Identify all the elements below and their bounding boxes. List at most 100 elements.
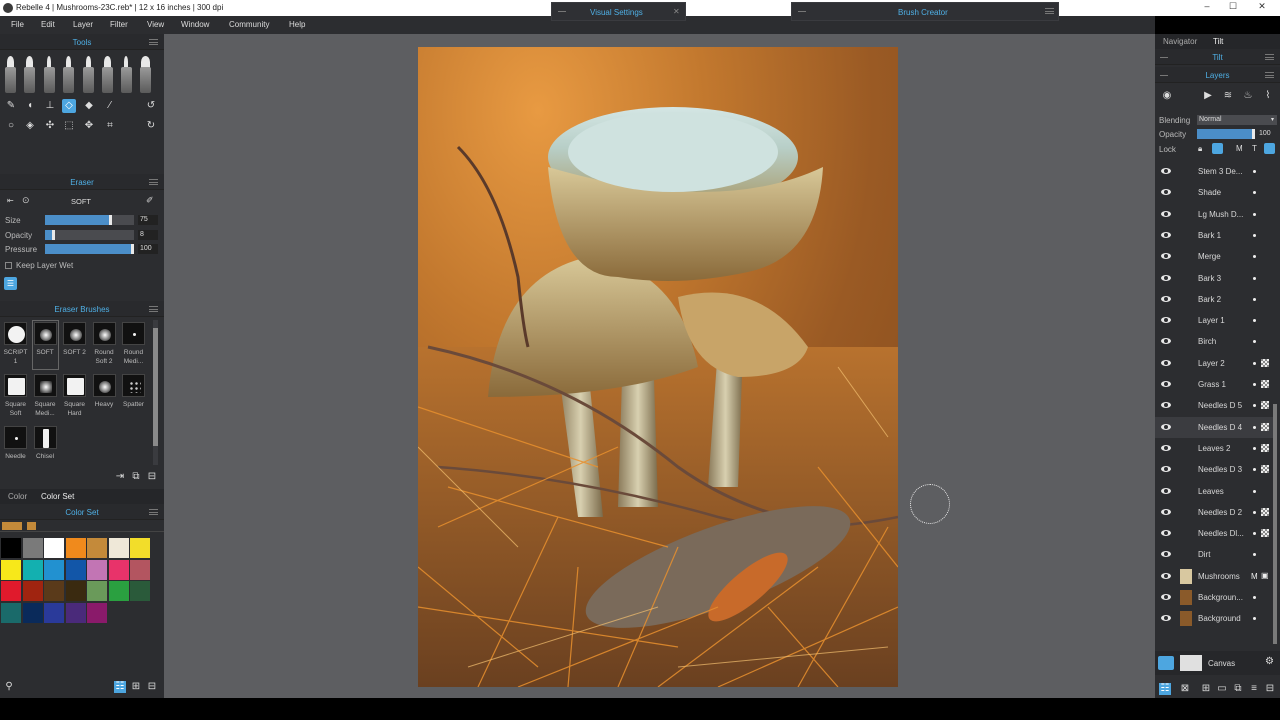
smudge-icon[interactable]: ✣ [43,119,57,133]
eye-icon[interactable] [1161,295,1171,302]
water-drop-icon[interactable]: ○ [4,119,18,133]
color-swatch[interactable] [1,559,21,580]
opacity-slider[interactable] [45,230,134,240]
undo-icon[interactable]: ↺ [144,99,158,113]
eye-icon[interactable] [1161,572,1171,579]
drag-handle-icon[interactable] [798,11,806,12]
layers-scrollbar[interactable] [1273,404,1277,644]
brush-tool-5[interactable] [82,56,95,96]
layer-row[interactable]: Leaves [1155,481,1275,502]
eye-icon[interactable] [1161,444,1171,451]
delete-brush-icon[interactable]: ⊟ [146,471,158,483]
eye-icon[interactable] [1161,210,1171,217]
color-swatch[interactable] [87,538,107,558]
eye-icon[interactable] [1161,168,1171,174]
brush-tool-1[interactable] [4,56,17,96]
panel-menu-icon[interactable] [149,509,158,515]
eraser-brush-item[interactable]: Heavy [92,373,117,421]
layer-row[interactable]: Dirt [1155,544,1275,565]
menu-window[interactable]: Window [181,20,209,29]
pencil-icon[interactable]: ✎ [4,99,18,113]
delete-layer-icon[interactable]: ⊟ [1264,683,1276,695]
eye-icon[interactable] [1161,530,1171,537]
eraser-brush-item[interactable]: Round Medi... [121,321,146,369]
pressure-value[interactable]: 100 [138,244,158,254]
layer-row[interactable]: Shade [1155,182,1275,203]
eye-icon[interactable] [1161,189,1171,196]
secondary-color-swatch[interactable] [27,522,36,530]
brush-settings-icon[interactable]: ⇤ [7,196,14,205]
import-brush-icon[interactable]: ⇥ [114,471,126,483]
panel-menu-icon[interactable] [1265,72,1274,78]
maximize-button[interactable]: ☐ [1221,1,1245,15]
layer-row[interactable]: Bark 1 [1155,225,1275,246]
lock-icon[interactable]: ▣ [1261,571,1269,580]
color-swatch[interactable] [65,559,86,580]
color-swatch[interactable] [44,602,64,623]
layer-row[interactable]: Merge [1155,246,1275,267]
color-swatch[interactable] [87,581,107,601]
eraser-brush-item[interactable]: Chisel [33,425,58,473]
tab-color[interactable]: Color [8,492,27,501]
fill-icon[interactable]: ◆ [82,99,96,113]
dry-layer-icon[interactable]: ♨ [1242,90,1254,102]
selection-icon[interactable]: ⬚ [62,119,76,133]
pressure-slider[interactable] [45,244,134,254]
layer-row[interactable]: Stem 3 De... [1155,161,1275,182]
clear-layer-icon[interactable]: ⊠ [1179,683,1191,695]
layer-row[interactable]: Needles D 5 [1155,395,1275,416]
eraser-brush-item[interactable]: Square Hard [62,373,87,421]
eye-icon[interactable] [1161,594,1171,600]
color-swatch[interactable] [22,538,43,558]
color-swatch[interactable] [130,581,150,601]
color-swatch[interactable] [1,602,21,623]
drip-icon[interactable]: ⌇ [1262,90,1274,102]
menu-community[interactable]: Community [229,20,269,29]
layer-row[interactable]: Lg Mush D... [1155,204,1275,225]
play-icon[interactable]: ▶ [1202,90,1214,102]
blend-icon[interactable]: ◖ [23,99,37,113]
menu-edit[interactable]: Edit [41,20,55,29]
eraser-brush-item[interactable]: SCRIPT 1 [3,321,28,369]
eye-icon[interactable] [1161,466,1171,473]
layer-row[interactable]: Layer 2 [1155,353,1275,374]
menu-help[interactable]: Help [289,20,305,29]
panel-menu-icon[interactable] [149,39,158,45]
keep-wet-checkbox[interactable] [5,262,12,269]
brush-tool-7[interactable] [120,56,133,96]
eye-icon[interactable] [1161,359,1171,366]
menu-icon[interactable] [1045,8,1054,14]
panel-menu-icon[interactable] [149,179,158,185]
eyedropper-icon[interactable]: ⁄ [103,99,117,113]
tab-navigator[interactable]: Navigator [1163,37,1197,46]
canvas-visibility-icon[interactable] [1158,656,1174,670]
layer-opacity-value[interactable]: 100 [1259,130,1271,137]
eraser-brush-item[interactable]: Square Soft [3,373,28,421]
eye-icon[interactable] [1161,487,1171,494]
layer-row[interactable]: Needles D 4 [1155,416,1275,438]
tab-tilt[interactable]: Tilt [1213,37,1223,46]
eye-icon[interactable] [1161,274,1171,281]
lock-all-icon[interactable] [1264,143,1275,154]
brush-edit-icon[interactable]: ✐ [146,195,154,206]
blending-select[interactable]: Normal ▾ [1197,115,1277,125]
tab-color-set[interactable]: Color Set [41,492,74,501]
layer-row[interactable]: Birch [1155,331,1275,352]
layer-row[interactable]: Backgroun... [1155,587,1275,608]
visual-settings-panel[interactable]: Visual Settings ✕ [551,2,686,21]
drag-handle-icon[interactable] [558,11,566,12]
layer-row[interactable]: Bark 3 [1155,268,1275,289]
crop-icon[interactable]: ⌗ [103,119,117,133]
color-swatch[interactable] [22,559,43,580]
current-color-swatch[interactable] [2,522,22,530]
color-swatch[interactable] [22,602,43,623]
opacity-value[interactable]: 8 [138,230,158,240]
eye-icon[interactable] [1161,253,1171,260]
new-folder-icon[interactable]: ▭ [1216,683,1228,695]
wet-layer-icon[interactable]: ≋ [1222,90,1234,102]
color-swatch[interactable] [87,559,107,580]
color-swatch[interactable] [130,538,150,558]
canvas-row[interactable]: Canvas ⚙ [1155,651,1280,675]
close-icon[interactable]: ✕ [673,7,680,16]
reset-icon[interactable]: ⊙ [22,195,30,206]
